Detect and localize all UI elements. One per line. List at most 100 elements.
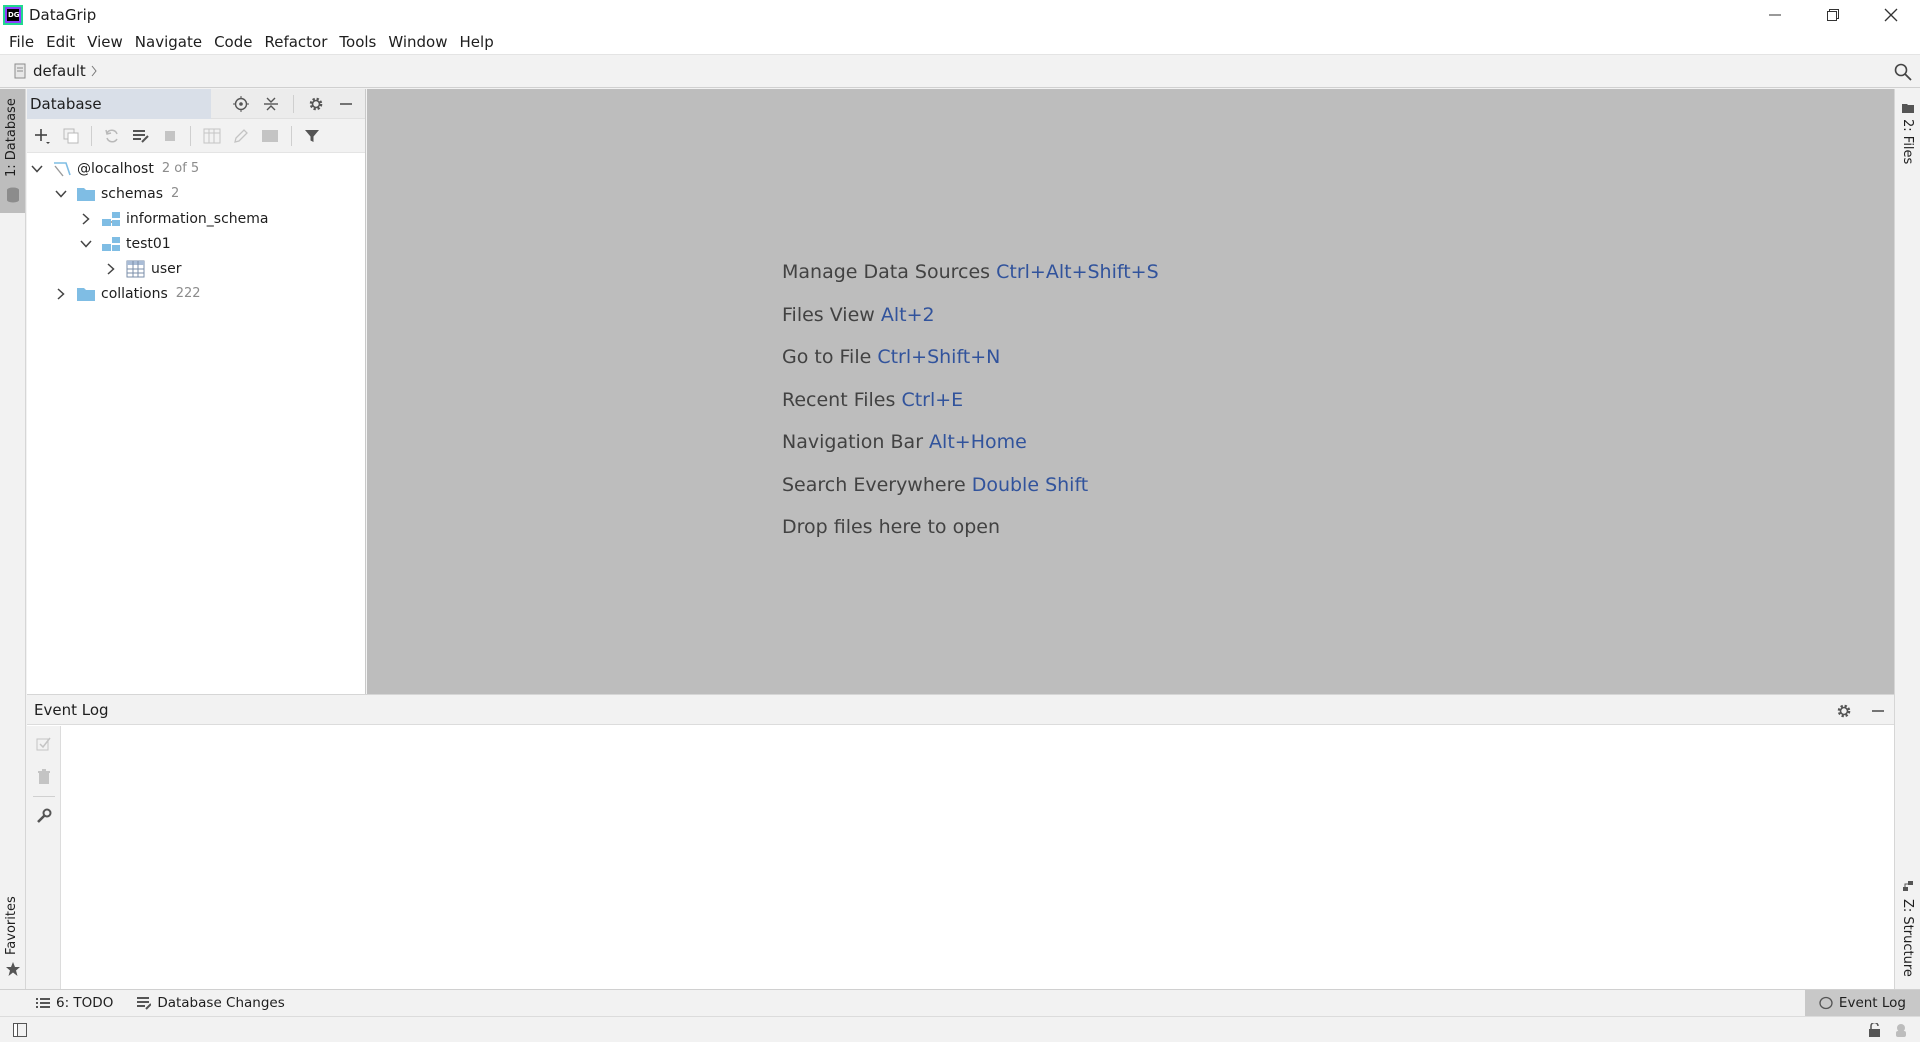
hint-search-everywhere: Search Everywhere Double Shift [782,473,1089,496]
files-tool-tab[interactable]: 2: Files [1895,97,1920,177]
files-tab-label: 2: Files [1900,119,1915,165]
chevron-right-icon[interactable] [104,262,118,276]
collapse-all-icon[interactable] [263,96,279,112]
menu-code[interactable]: Code [208,33,258,51]
structure-tab-label: Z: Structure [1900,899,1915,977]
menu-file[interactable]: File [3,33,40,51]
breadcrumb-default[interactable]: default [33,62,86,80]
shortcut-key: Double Shift [971,473,1089,496]
minimize-button[interactable] [1746,0,1804,30]
menu-refactor[interactable]: Refactor [258,33,333,51]
trash-icon[interactable] [36,769,52,785]
menu-help[interactable]: Help [454,33,500,51]
chevron-down-icon[interactable] [30,162,44,176]
status-bar [0,1016,1920,1042]
shortcut-key: Alt+2 [880,303,935,326]
tree-node-user-table[interactable]: user [27,256,365,281]
structure-tool-tab[interactable]: Z: Structure [1895,879,1920,979]
breadcrumb[interactable]: default [12,62,98,80]
stop-icon[interactable] [162,128,178,144]
tree-node-label: collations [101,285,168,302]
file-icon [14,63,26,79]
database-icon [7,187,19,203]
refresh-icon[interactable] [104,128,120,144]
chevron-right-icon [91,65,97,77]
chevron-right-icon[interactable] [54,287,68,301]
tree-node-count: 2 of 5 [161,161,200,176]
datagrip-logo-icon: DG [3,5,23,25]
tree-node-collations[interactable]: collations 222 [27,281,365,306]
inspector-icon[interactable] [1894,1023,1908,1037]
hint-manage-data-sources: Manage Data Sources Ctrl+Alt+Shift+S [782,261,1159,283]
filter-icon[interactable] [304,128,320,144]
menu-bar: File Edit View Navigate Code Refactor To… [0,30,1920,54]
tree-node-localhost[interactable]: @localhost 2 of 5 [27,156,365,181]
lock-icon[interactable] [1868,1023,1882,1037]
tool-windows-toggle-icon[interactable] [13,1023,27,1037]
chevron-down-icon[interactable] [79,237,93,251]
hint-navigation-bar: Navigation Bar Alt+Home [782,431,1027,453]
close-window-button[interactable] [1862,0,1920,30]
window-title: DataGrip [29,6,97,24]
database-tool-tab[interactable]: 1: Database [0,89,25,213]
close-icon [1884,8,1898,22]
hide-panel-icon[interactable] [338,96,354,112]
tree-node-count: 222 [175,286,201,301]
favorites-tool-tab[interactable]: Favorites [0,889,25,979]
hint-drop-files: Drop files here to open [782,516,1001,538]
locate-icon[interactable] [233,96,249,112]
shortcut-key: Ctrl+E [901,388,964,411]
gear-icon[interactable] [1836,703,1852,719]
add-icon[interactable] [33,127,51,145]
restore-button[interactable] [1804,0,1862,30]
title-bar: DG DataGrip [0,0,1920,30]
gear-icon[interactable] [308,96,324,112]
left-tool-stripe: 1: Database Favorites [0,89,26,989]
folder-icon [77,287,95,301]
database-toolbar [27,119,365,153]
chevron-down-icon[interactable] [54,187,68,201]
balloon-icon [1819,996,1833,1010]
event-log-title: Event Log [34,700,109,719]
structure-icon [1903,881,1913,891]
navigation-bar: default [0,54,1920,88]
svg-text:DG: DG [8,11,20,19]
event-log-tab[interactable]: Event Log [1804,990,1920,1016]
database-tab-label: 1: Database [4,98,19,177]
mark-read-icon[interactable] [36,736,52,752]
database-changes-tab[interactable]: Database Changes [131,990,290,1016]
tree-node-test01[interactable]: test01 [27,231,365,256]
hide-panel-icon[interactable] [1870,703,1886,719]
minimize-icon [1769,14,1781,16]
tree-node-information-schema[interactable]: information_schema [27,206,365,231]
star-icon [6,962,20,976]
database-tree: @localhost 2 of 5 schemas 2 information_… [27,153,365,306]
menu-view[interactable]: View [81,33,129,51]
editor-area[interactable]: Manage Data Sources Ctrl+Alt+Shift+S Fil… [367,89,1894,694]
tree-node-count: 2 [171,186,180,201]
event-log-header: Event Log [27,695,1894,725]
duplicate-icon[interactable] [63,128,79,144]
edit-icon[interactable] [233,128,249,144]
chevron-right-icon[interactable] [79,212,93,226]
event-log-panel: Event Log [27,694,1894,990]
tree-node-schemas[interactable]: schemas 2 [27,181,365,206]
todo-tab[interactable]: 6: TODO [30,990,119,1016]
search-icon[interactable] [1894,63,1912,81]
menu-edit[interactable]: Edit [40,33,81,51]
wrench-icon[interactable] [36,808,52,824]
schema-icon [102,211,120,226]
editor-hints: Manage Data Sources Ctrl+Alt+Shift+S Fil… [782,261,1159,559]
hint-go-to-file: Go to File Ctrl+Shift+N [782,346,1001,368]
event-log-tab-label: Event Log [1838,995,1906,1011]
schema-settings-icon[interactable] [132,128,150,144]
restore-icon [1827,9,1839,21]
menu-window[interactable]: Window [382,33,453,51]
database-panel-header: Database [27,89,365,119]
menu-tools[interactable]: Tools [333,33,382,51]
tree-node-label: test01 [126,235,171,252]
menu-navigate[interactable]: Navigate [129,33,208,51]
right-tool-stripe: 2: Files Z: Structure [1894,89,1920,989]
table-view-icon[interactable] [203,128,221,144]
console-icon[interactable] [261,128,279,144]
